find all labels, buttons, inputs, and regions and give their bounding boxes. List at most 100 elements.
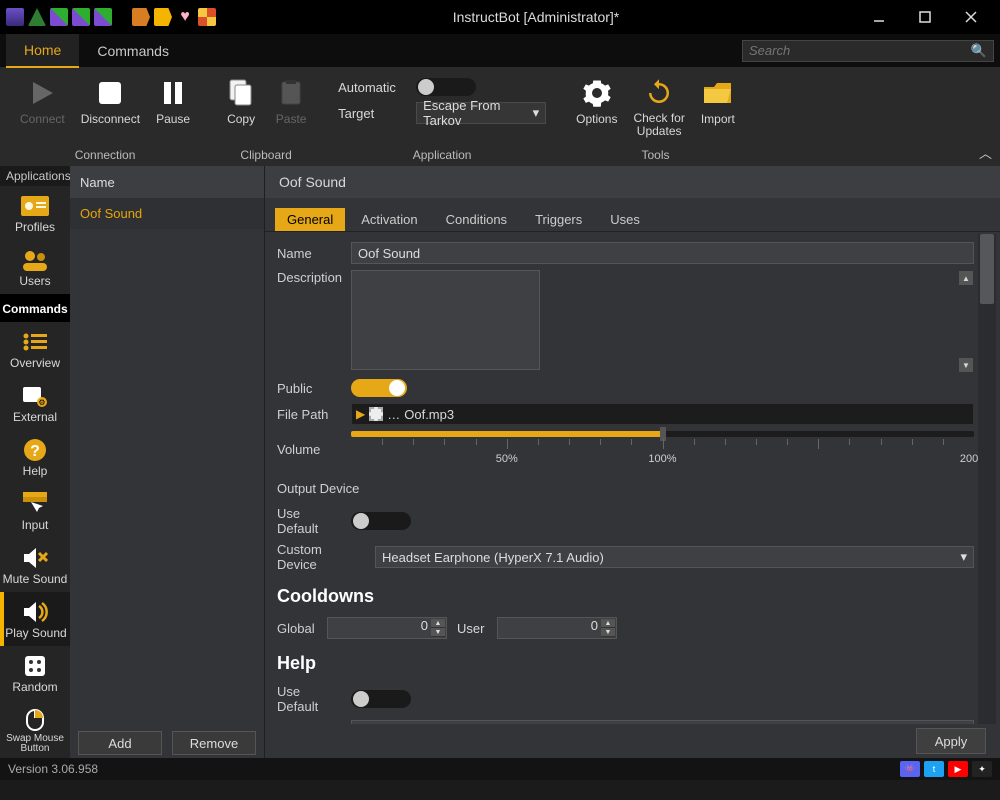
spin-up-icon[interactable]: ▲	[601, 619, 615, 628]
maximize-button[interactable]	[902, 0, 948, 34]
search-icon: 🔍	[971, 43, 987, 59]
automatic-toggle[interactable]	[416, 78, 476, 96]
close-button[interactable]	[948, 0, 994, 34]
import-button[interactable]: Import	[697, 74, 739, 140]
textarea-scroll-down[interactable]: ▼	[959, 358, 973, 372]
sidebar-item-swap-mouse[interactable]: Swap Mouse Button	[0, 700, 70, 758]
editor-panel: Oof Sound General Activation Conditions …	[265, 166, 1000, 758]
disconnect-button[interactable]: Disconnect	[77, 74, 144, 128]
tag-icon-2	[154, 8, 172, 26]
users-icon	[21, 248, 49, 272]
tab-uses[interactable]: Uses	[598, 208, 652, 231]
sidebar-item-profiles[interactable]: Profiles	[0, 186, 70, 240]
sidebar-item-mute-sound[interactable]: Mute Sound	[0, 538, 70, 592]
tick-100: 100%	[648, 453, 676, 465]
search-box[interactable]: 🔍	[742, 40, 994, 62]
tab-conditions[interactable]: Conditions	[434, 208, 519, 231]
filepath-value: Oof.mp3	[404, 407, 454, 422]
ribbon: Connect Disconnect Pause Connection Copy…	[0, 68, 1000, 166]
browse-file-icon[interactable]	[369, 407, 383, 421]
sidebar-item-help[interactable]: ? Help	[0, 430, 70, 484]
cursor-icon	[21, 492, 49, 516]
minimize-button[interactable]	[856, 0, 902, 34]
use-default-toggle[interactable]	[351, 512, 411, 530]
tab-activation[interactable]: Activation	[349, 208, 429, 231]
public-toggle[interactable]	[351, 379, 407, 397]
question-icon: ?	[21, 438, 49, 462]
id-card-icon	[21, 194, 49, 218]
sidebar-item-users[interactable]: Users	[0, 240, 70, 294]
filepath-box: ▶ … Oof.mp3	[351, 403, 974, 425]
discord-icon[interactable]: 👾	[900, 761, 920, 777]
spin-down-icon[interactable]: ▼	[601, 628, 615, 637]
chevron-down-icon: ▾	[533, 105, 540, 121]
list-header-name[interactable]: Name	[70, 166, 264, 198]
global-cooldown-input[interactable]: 0 ▲▼	[327, 617, 447, 639]
status-bar: Version 3.06.958 👾 t ▶ ✦	[0, 758, 1000, 780]
tick-50: 50%	[496, 453, 518, 465]
paste-button[interactable]: Paste	[270, 74, 312, 128]
command-select[interactable]: None ▾	[351, 720, 974, 724]
youtube-icon[interactable]: ▶	[948, 761, 968, 777]
filepath-ellipsis[interactable]: …	[387, 407, 400, 422]
sidebar-item-commands[interactable]: Commands	[0, 294, 70, 322]
window-title: InstructBot [Administrator]*	[216, 9, 856, 25]
app-small-icon[interactable]: ✦	[972, 761, 992, 777]
connect-button[interactable]: Connect	[16, 74, 69, 128]
tab-triggers[interactable]: Triggers	[523, 208, 594, 231]
public-label: Public	[277, 381, 341, 396]
ribbon-collapse-icon[interactable]: ︿	[979, 143, 992, 162]
tab-commands[interactable]: Commands	[79, 34, 187, 68]
custom-device-select[interactable]: Headset Earphone (HyperX 7.1 Audio) ▾	[375, 546, 974, 568]
mute-icon	[21, 546, 49, 570]
name-input[interactable]	[351, 242, 974, 264]
list-row-selected[interactable]: Oof Sound	[70, 198, 264, 229]
description-input[interactable]	[351, 270, 540, 370]
help-heading: Help	[277, 647, 974, 678]
copy-button[interactable]: Copy	[220, 74, 262, 128]
tab-home[interactable]: Home	[6, 34, 79, 68]
textarea-scroll-up[interactable]: ▲	[959, 271, 973, 285]
paste-icon	[274, 76, 308, 110]
scrollbar-thumb[interactable]	[980, 234, 994, 304]
pause-button[interactable]: Pause	[152, 74, 194, 128]
checker-icon	[198, 8, 216, 26]
search-input[interactable]	[749, 43, 971, 58]
sidebar-item-random[interactable]: Random	[0, 646, 70, 700]
tab-general[interactable]: General	[275, 208, 345, 231]
check-updates-button[interactable]: Check for Updates	[629, 74, 688, 140]
play-preview-icon[interactable]: ▶	[356, 407, 365, 421]
options-button[interactable]: Options	[572, 74, 621, 140]
group-tools-label: Tools	[641, 144, 669, 164]
editor-title: Oof Sound	[265, 166, 1000, 198]
scrollbar[interactable]	[978, 234, 996, 724]
spin-down-icon[interactable]: ▼	[431, 628, 445, 637]
copy-icon	[224, 76, 258, 110]
gear-icon	[580, 76, 614, 110]
user-cooldown-input[interactable]: 0 ▲▼	[497, 617, 617, 639]
global-label: Global	[277, 621, 317, 636]
chevron-down-icon: ▾	[960, 723, 967, 724]
stop-icon	[93, 76, 127, 110]
sidebar-item-external[interactable]: ⚙ External	[0, 376, 70, 430]
group-clipboard-label: Clipboard	[240, 144, 291, 164]
apply-button[interactable]: Apply	[916, 728, 986, 754]
remove-button[interactable]: Remove	[172, 731, 256, 755]
sidebar-section-label: Applications	[0, 166, 70, 186]
sidebar-item-play-sound[interactable]: Play Sound	[0, 592, 70, 646]
spin-up-icon[interactable]: ▲	[431, 619, 445, 628]
automatic-label: Automatic	[338, 80, 406, 95]
help-use-default-toggle[interactable]	[351, 690, 411, 708]
heart-icon: ♥	[176, 8, 194, 26]
add-button[interactable]: Add	[78, 731, 162, 755]
sidebar-item-overview[interactable]: Overview	[0, 322, 70, 376]
volume-slider[interactable]	[351, 431, 974, 437]
ribbon-tab-bar: Home Commands 🔍	[0, 34, 1000, 68]
sidebar-item-input[interactable]: Input	[0, 484, 70, 538]
external-icon: ⚙	[21, 384, 49, 408]
group-connection-label: Connection	[75, 144, 136, 164]
help-use-default-label: Use Default	[277, 684, 341, 714]
target-dropdown[interactable]: Escape From Tarkov ▾	[416, 102, 546, 124]
group-app-label: Application	[413, 144, 472, 164]
twitter-icon[interactable]: t	[924, 761, 944, 777]
